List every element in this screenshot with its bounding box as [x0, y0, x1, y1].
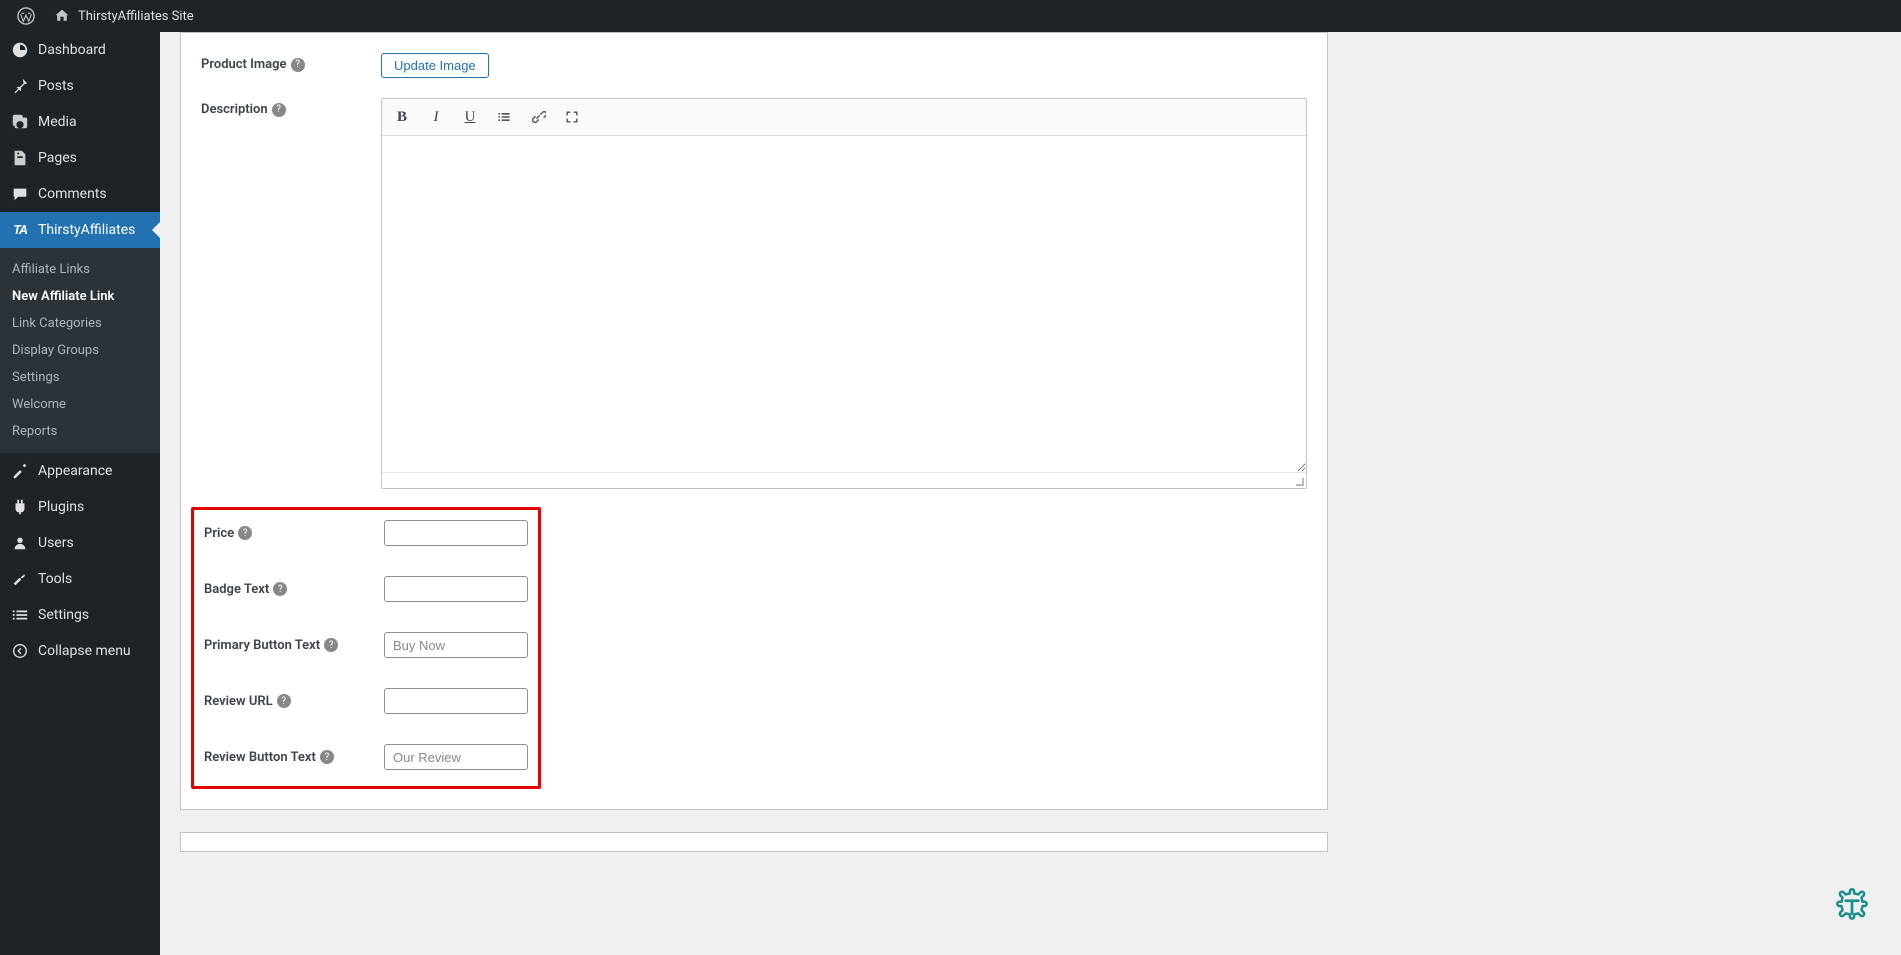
site-name: ThirstyAffiliates Site: [78, 9, 194, 24]
menu-label: Tools: [38, 571, 72, 587]
italic-button[interactable]: I: [424, 105, 448, 129]
thirstyaffiliates-widget[interactable]: [1831, 885, 1873, 927]
sidebar-item-plugins[interactable]: Plugins: [0, 489, 160, 525]
help-icon[interactable]: ?: [238, 526, 252, 540]
sidebar-item-settings[interactable]: Settings: [0, 597, 160, 633]
collapse-icon: [10, 641, 30, 661]
update-image-button[interactable]: Update Image: [381, 53, 489, 78]
help-icon[interactable]: ?: [320, 750, 334, 764]
sidebar-item-appearance[interactable]: Appearance: [0, 453, 160, 489]
main-content: Product Image ? Update Image Description…: [160, 32, 1901, 872]
help-icon[interactable]: ?: [291, 58, 305, 72]
menu-label: Media: [38, 114, 77, 130]
help-icon[interactable]: ?: [272, 103, 286, 117]
subitem-reports[interactable]: Reports: [0, 418, 160, 445]
menu-label: Pages: [38, 150, 77, 166]
media-icon: [10, 112, 30, 132]
row-product-image: Product Image ? Update Image: [201, 53, 1307, 78]
pin-icon: [10, 76, 30, 96]
primary-button-text-input[interactable]: [384, 632, 528, 658]
row-badge-text: Badge Text ?: [194, 576, 528, 602]
collapse-label: Collapse menu: [38, 643, 131, 659]
subitem-welcome[interactable]: Welcome: [0, 391, 160, 418]
label-badge-text: Badge Text ?: [204, 582, 384, 597]
subitem-affiliate-links[interactable]: Affiliate Links: [0, 256, 160, 283]
highlighted-fields: Price ? Badge Text ? Primary Button Text…: [191, 507, 541, 789]
dashboard-icon: [10, 40, 30, 60]
menu-label: Appearance: [38, 463, 112, 479]
admin-sidebar: Dashboard Posts Media Pages Comments TA …: [0, 32, 160, 955]
secondary-panel: [180, 832, 1328, 852]
fullscreen-button[interactable]: [560, 105, 584, 129]
menu-label: Dashboard: [38, 42, 106, 58]
underline-button[interactable]: U: [458, 105, 482, 129]
label-product-image: Product Image ?: [201, 53, 381, 72]
admin-bar: ThirstyAffiliates Site: [0, 0, 1901, 32]
users-icon: [10, 533, 30, 553]
comments-icon: [10, 184, 30, 204]
subitem-link-categories[interactable]: Link Categories: [0, 310, 160, 337]
row-description: Description ? B I U: [201, 98, 1307, 489]
wordpress-icon: [16, 6, 36, 26]
menu-label: Plugins: [38, 499, 84, 515]
thirstyaffiliates-submenu: Affiliate Links New Affiliate Link Link …: [0, 248, 160, 453]
sidebar-item-pages[interactable]: Pages: [0, 140, 160, 176]
bold-button[interactable]: B: [390, 105, 414, 129]
menu-label: ThirstyAffiliates: [38, 222, 135, 238]
label-price: Price ?: [204, 526, 384, 541]
link-button[interactable]: [526, 105, 550, 129]
help-icon[interactable]: ?: [277, 694, 291, 708]
menu-label: Settings: [38, 607, 89, 623]
description-textarea[interactable]: [382, 136, 1306, 472]
label-review-url: Review URL ?: [204, 694, 384, 709]
pages-icon: [10, 148, 30, 168]
appearance-icon: [10, 461, 30, 481]
form-panel: Product Image ? Update Image Description…: [180, 32, 1328, 810]
sidebar-item-tools[interactable]: Tools: [0, 561, 160, 597]
row-primary-button-text: Primary Button Text ?: [194, 632, 528, 658]
row-review-button-text: Review Button Text ?: [194, 744, 528, 770]
menu-label: Posts: [38, 78, 74, 94]
menu-label: Users: [38, 535, 74, 551]
description-editor: B I U: [381, 98, 1307, 489]
review-url-input[interactable]: [384, 688, 528, 714]
label-primary-button-text: Primary Button Text ?: [204, 638, 384, 653]
bullet-list-button[interactable]: [492, 105, 516, 129]
site-home-link[interactable]: ThirstyAffiliates Site: [44, 6, 202, 26]
editor-toolbar: B I U: [382, 99, 1306, 136]
sidebar-collapse[interactable]: Collapse menu: [0, 633, 160, 669]
plugins-icon: [10, 497, 30, 517]
row-review-url: Review URL ?: [194, 688, 528, 714]
subitem-new-affiliate-link[interactable]: New Affiliate Link: [0, 283, 160, 310]
sidebar-item-media[interactable]: Media: [0, 104, 160, 140]
review-button-text-input[interactable]: [384, 744, 528, 770]
help-icon[interactable]: ?: [273, 582, 287, 596]
label-description: Description ?: [201, 98, 381, 117]
label-review-button-text: Review Button Text ?: [204, 750, 384, 765]
home-icon: [52, 6, 72, 26]
resize-handle[interactable]: [1294, 476, 1304, 486]
thirstyaffiliates-icon: TA: [10, 220, 30, 240]
settings-icon: [10, 605, 30, 625]
sidebar-item-users[interactable]: Users: [0, 525, 160, 561]
row-price: Price ?: [194, 520, 528, 546]
editor-statusbar: [382, 472, 1306, 488]
sidebar-item-comments[interactable]: Comments: [0, 176, 160, 212]
sidebar-item-posts[interactable]: Posts: [0, 68, 160, 104]
menu-label: Comments: [38, 186, 107, 202]
sidebar-item-dashboard[interactable]: Dashboard: [0, 32, 160, 68]
price-input[interactable]: [384, 520, 528, 546]
wp-logo-item[interactable]: [8, 6, 44, 26]
tools-icon: [10, 569, 30, 589]
badge-text-input[interactable]: [384, 576, 528, 602]
sidebar-item-thirstyaffiliates[interactable]: TA ThirstyAffiliates: [0, 212, 160, 248]
subitem-settings[interactable]: Settings: [0, 364, 160, 391]
subitem-display-groups[interactable]: Display Groups: [0, 337, 160, 364]
help-icon[interactable]: ?: [324, 638, 338, 652]
